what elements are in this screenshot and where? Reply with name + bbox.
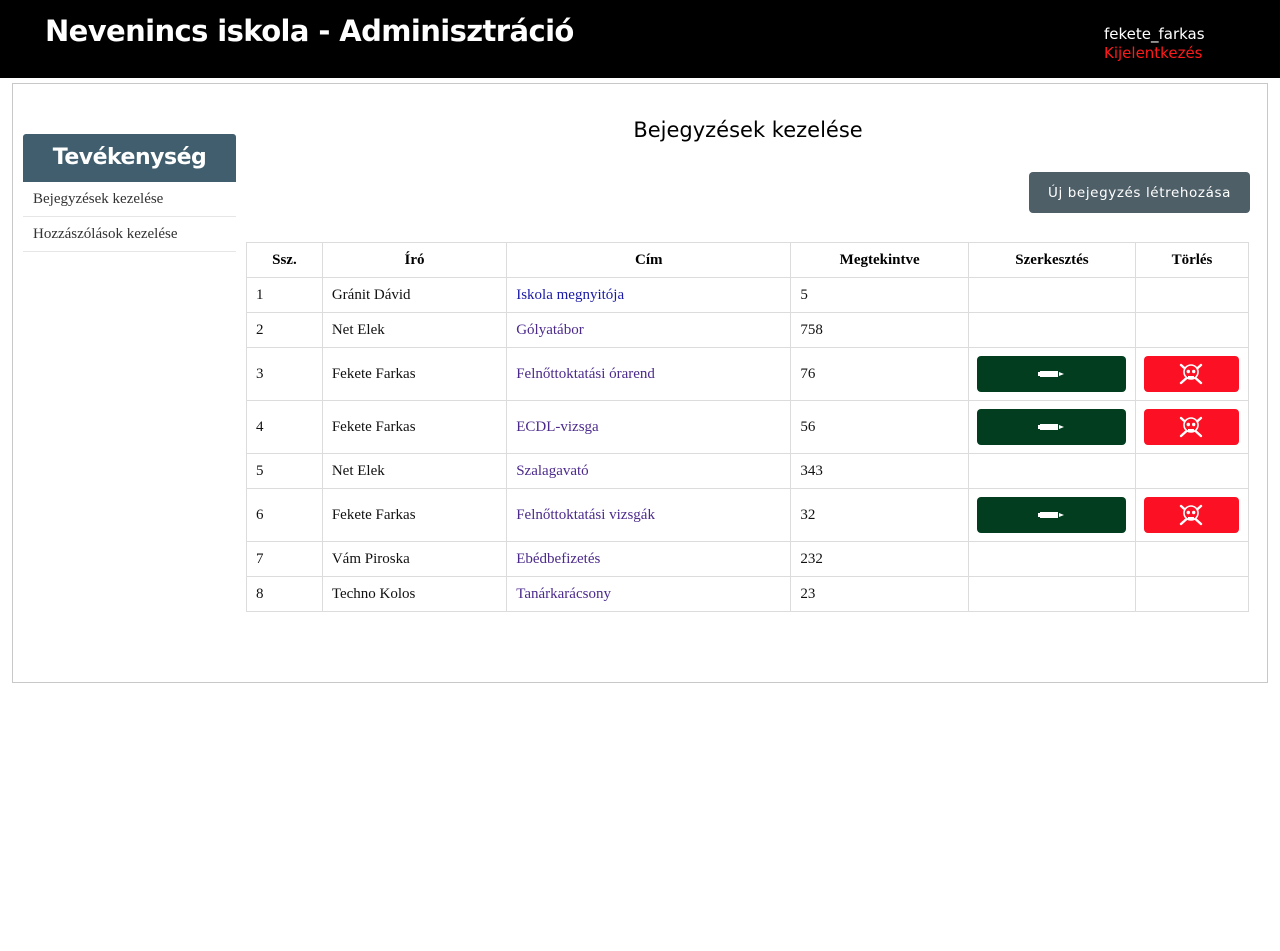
sidebar-title: Tevékenység [23, 134, 236, 182]
post-title-link[interactable]: Felnőttoktatási órarend [516, 366, 655, 382]
row-number: 5 [246, 453, 323, 489]
table-header-row: Ssz. Író Cím Megtekintve Szerkesztés Tör… [246, 242, 1250, 278]
row-number: 2 [246, 312, 323, 348]
edit-cell [967, 541, 1136, 577]
delete-cell [1134, 541, 1250, 577]
row-number: 4 [246, 400, 323, 454]
row-views: 56 [790, 400, 969, 454]
row-views: 32 [790, 488, 969, 542]
delete-cell [1134, 576, 1250, 612]
row-number: 6 [246, 488, 323, 542]
posts-table: Ssz. Író Cím Megtekintve Szerkesztés Tör… [246, 242, 1250, 612]
row-number: 3 [246, 347, 323, 401]
delete-button[interactable] [1143, 356, 1239, 392]
skull-icon [1180, 504, 1203, 526]
column-header-delete: Törlés [1134, 242, 1250, 278]
post-title-link[interactable]: Iskola megnyitója [516, 287, 624, 303]
table-row: 2 Net Elek Gólyatábor 758 [246, 312, 1250, 348]
delete-cell [1134, 277, 1250, 313]
skull-icon [1180, 416, 1203, 438]
row-views: 232 [790, 541, 969, 577]
row-author: Net Elek [321, 453, 508, 489]
edit-cell [967, 277, 1136, 313]
delete-cell [1134, 312, 1250, 348]
edit-cell [967, 347, 1136, 401]
username: fekete_farkas [1104, 25, 1205, 43]
column-header-author: Író [321, 242, 508, 278]
table-row: 4 Fekete Farkas ECDL-vizsga 56 [246, 400, 1250, 454]
row-views: 23 [790, 576, 969, 612]
row-views: 343 [790, 453, 969, 489]
table-row: 6 Fekete Farkas Felnőttoktatási vizsgák … [246, 488, 1250, 542]
row-author: Gránit Dávid [321, 277, 508, 313]
row-author: Fekete Farkas [321, 488, 508, 542]
row-number: 1 [246, 277, 323, 313]
row-author: Net Elek [321, 312, 508, 348]
row-views: 758 [790, 312, 969, 348]
new-post-button[interactable]: Új bejegyzés létrehozása [1029, 172, 1250, 213]
page-title: Bejegyzések kezelése [633, 118, 863, 142]
row-author: Techno Kolos [321, 576, 508, 612]
sidebar-item-posts[interactable]: Bejegyzések kezelése [23, 182, 236, 217]
edit-button[interactable] [976, 409, 1126, 445]
post-title-link[interactable]: Ebédbefizetés [516, 551, 600, 567]
row-number: 7 [246, 541, 323, 577]
column-header-views: Megtekintve [790, 242, 969, 278]
pencil-icon [1038, 424, 1065, 430]
post-title-link[interactable]: Szalagavató [516, 463, 588, 479]
post-title-link[interactable]: Tanárkarácsony [516, 586, 611, 602]
column-header-edit: Szerkesztés [967, 242, 1136, 278]
delete-cell [1134, 453, 1250, 489]
top-bar: Nevenincs iskola - Adminisztráció fekete… [0, 0, 1280, 78]
edit-button[interactable] [976, 356, 1126, 392]
row-title-cell: Gólyatábor [506, 312, 792, 348]
table-row: 7 Vám Piroska Ebédbefizetés 232 [246, 541, 1250, 577]
row-title-cell: Szalagavató [506, 453, 792, 489]
site-title: Nevenincs iskola - Adminisztráció [45, 14, 574, 48]
delete-button[interactable] [1143, 409, 1239, 445]
delete-button[interactable] [1143, 497, 1239, 533]
row-title-cell: Felnőttoktatási órarend [506, 347, 792, 401]
edit-button[interactable] [976, 497, 1126, 533]
delete-cell [1134, 347, 1250, 401]
pencil-icon [1038, 512, 1065, 518]
edit-cell [967, 400, 1136, 454]
sidebar: Tevékenység Bejegyzések kezelése Hozzász… [23, 134, 236, 252]
row-author: Vám Piroska [321, 541, 508, 577]
post-title-link[interactable]: Gólyatábor [516, 322, 583, 338]
edit-cell [967, 312, 1136, 348]
row-title-cell: Tanárkarácsony [506, 576, 792, 612]
row-views: 76 [790, 347, 969, 401]
table-row: 8 Techno Kolos Tanárkarácsony 23 [246, 576, 1250, 612]
column-header-title: Cím [506, 242, 792, 278]
post-title-link[interactable]: ECDL-vizsga [516, 419, 598, 435]
table-row: 1 Gránit Dávid Iskola megnyitója 5 [246, 277, 1250, 313]
table-row: 3 Fekete Farkas Felnőttoktatási órarend … [246, 347, 1250, 401]
edit-cell [967, 488, 1136, 542]
sidebar-item-comments[interactable]: Hozzászólások kezelése [23, 217, 236, 252]
user-box: fekete_farkas Kijelentkezés [1104, 25, 1205, 63]
delete-cell [1134, 488, 1250, 542]
row-number: 8 [246, 576, 323, 612]
row-title-cell: Felnőttoktatási vizsgák [506, 488, 792, 542]
row-author: Fekete Farkas [321, 347, 508, 401]
column-header-number: Ssz. [246, 242, 323, 278]
pencil-icon [1038, 371, 1065, 377]
delete-cell [1134, 400, 1250, 454]
logout-link[interactable]: Kijelentkezés [1104, 44, 1205, 63]
row-views: 5 [790, 277, 969, 313]
row-author: Fekete Farkas [321, 400, 508, 454]
post-title-link[interactable]: Felnőttoktatási vizsgák [516, 507, 655, 523]
row-title-cell: ECDL-vizsga [506, 400, 792, 454]
edit-cell [967, 576, 1136, 612]
row-title-cell: Iskola megnyitója [506, 277, 792, 313]
edit-cell [967, 453, 1136, 489]
table-row: 5 Net Elek Szalagavató 343 [246, 453, 1250, 489]
skull-icon [1180, 363, 1203, 385]
row-title-cell: Ebédbefizetés [506, 541, 792, 577]
